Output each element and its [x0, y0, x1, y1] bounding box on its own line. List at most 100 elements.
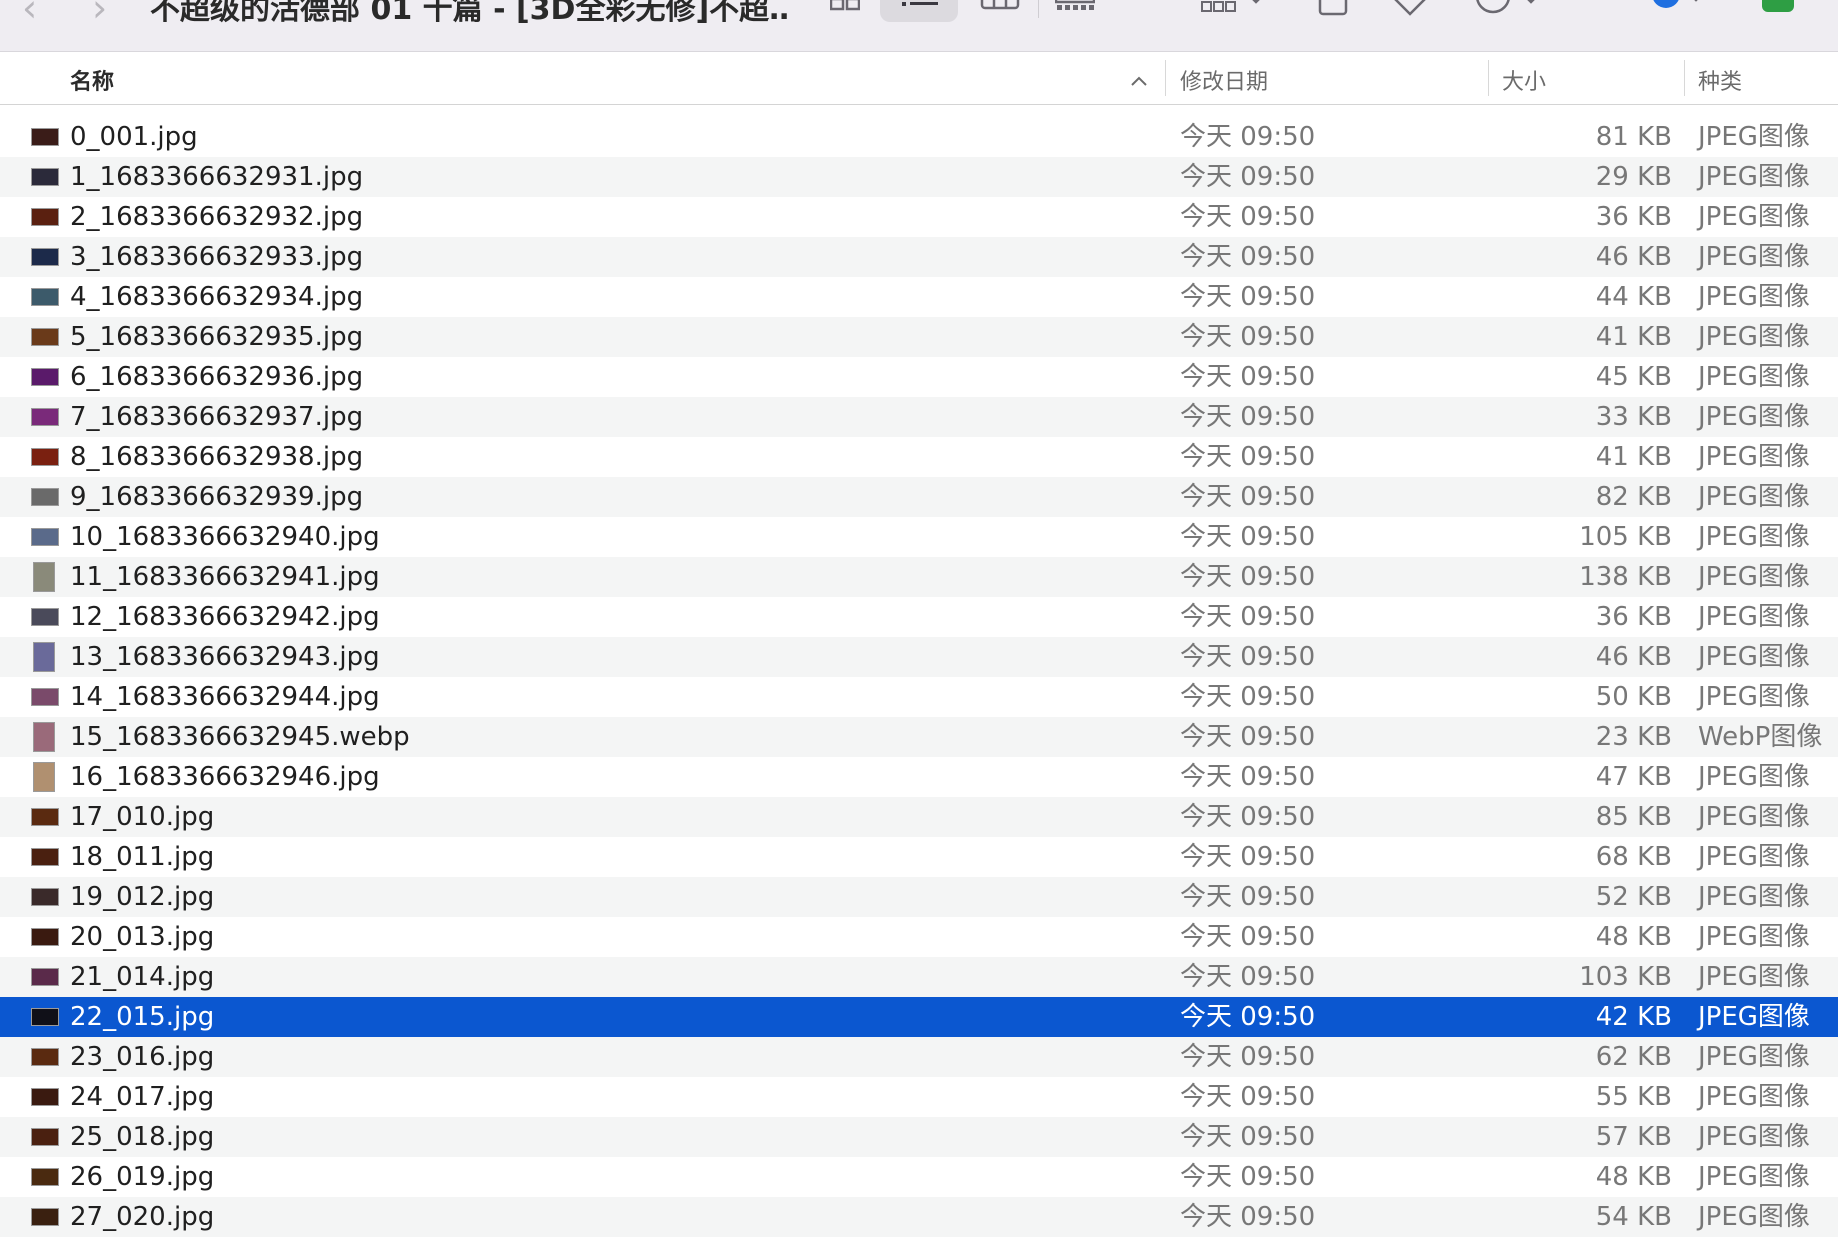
file-size: 57 KB [1595, 1122, 1672, 1152]
column-header-date[interactable]: 修改日期 [1180, 64, 1268, 96]
file-kind: JPEG图像 [1698, 562, 1810, 592]
file-modified-date: 今天 09:50 [1180, 482, 1316, 512]
column-divider[interactable] [1684, 60, 1685, 96]
file-size: 55 KB [1595, 1082, 1672, 1112]
file-name: 4_1683366632934.jpg [70, 282, 364, 312]
file-row[interactable]: 19_012.jpg 今天 09:50 52 KB JPEG图像 [0, 877, 1838, 917]
file-row[interactable]: 3_1683366632933.jpg 今天 09:50 46 KB JPEG图像 [0, 237, 1838, 277]
file-row[interactable]: 12_1683366632942.jpg 今天 09:50 36 KB JPEG图像 [0, 597, 1838, 637]
file-modified-date: 今天 09:50 [1180, 802, 1316, 832]
file-kind: JPEG图像 [1698, 1042, 1810, 1072]
file-size: 54 KB [1595, 1202, 1672, 1232]
file-modified-date: 今天 09:50 [1180, 962, 1316, 992]
file-name: 7_1683366632937.jpg [70, 402, 364, 432]
file-row[interactable]: 18_011.jpg 今天 09:50 68 KB JPEG图像 [0, 837, 1838, 877]
file-size: 41 KB [1595, 442, 1672, 472]
file-name: 18_011.jpg [70, 842, 215, 872]
file-size: 44 KB [1595, 282, 1672, 312]
column-header-name[interactable]: 名称 [70, 64, 114, 96]
file-thumbnail-icon [33, 642, 55, 672]
file-modified-date: 今天 09:50 [1180, 1002, 1316, 1032]
file-row[interactable]: 8_1683366632938.jpg 今天 09:50 41 KB JPEG图像 [0, 437, 1838, 477]
group-by-icon[interactable] [1200, 0, 1270, 20]
back-button[interactable]: ‹ [22, 0, 37, 30]
column-header-size[interactable]: 大小 [1502, 64, 1546, 96]
file-kind: JPEG图像 [1698, 322, 1810, 352]
file-row[interactable]: 14_1683366632944.jpg 今天 09:50 50 KB JPEG图像 [0, 677, 1838, 717]
file-kind: JPEG图像 [1698, 682, 1810, 712]
file-size: 46 KB [1595, 642, 1672, 672]
share-icon[interactable] [1318, 0, 1348, 20]
file-thumbnail-icon [31, 1168, 59, 1186]
file-row[interactable]: 13_1683366632943.jpg 今天 09:50 46 KB JPEG图像 [0, 637, 1838, 677]
column-header: 名称 修改日期 大小 种类 [0, 52, 1838, 105]
file-kind: JPEG图像 [1698, 122, 1810, 152]
file-size: 23 KB [1595, 722, 1672, 752]
file-modified-date: 今天 09:50 [1180, 602, 1316, 632]
file-size: 103 KB [1579, 962, 1672, 992]
file-thumbnail-icon [31, 968, 59, 986]
file-name: 26_019.jpg [70, 1162, 215, 1192]
app-icon[interactable] [1760, 0, 1800, 20]
file-row[interactable]: 24_017.jpg 今天 09:50 55 KB JPEG图像 [0, 1077, 1838, 1117]
file-modified-date: 今天 09:50 [1180, 1122, 1316, 1152]
file-name: 24_017.jpg [70, 1082, 215, 1112]
sort-ascending-icon[interactable] [1130, 68, 1148, 93]
file-size: 36 KB [1595, 202, 1672, 232]
file-modified-date: 今天 09:50 [1180, 362, 1316, 392]
more-actions-icon[interactable] [1475, 0, 1545, 22]
file-name: 9_1683366632939.jpg [70, 482, 364, 512]
file-modified-date: 今天 09:50 [1180, 162, 1316, 192]
file-thumbnail-icon [31, 448, 59, 466]
file-modified-date: 今天 09:50 [1180, 642, 1316, 672]
file-row[interactable]: 26_019.jpg 今天 09:50 48 KB JPEG图像 [0, 1157, 1838, 1197]
file-row[interactable]: 23_016.jpg 今天 09:50 62 KB JPEG图像 [0, 1037, 1838, 1077]
file-row[interactable]: 1_1683366632931.jpg 今天 09:50 29 KB JPEG图像 [0, 157, 1838, 197]
file-thumbnail-icon [31, 808, 59, 826]
file-row[interactable]: 20_013.jpg 今天 09:50 48 KB JPEG图像 [0, 917, 1838, 957]
account-icon[interactable] [1650, 0, 1710, 20]
file-kind: JPEG图像 [1698, 402, 1810, 432]
column-header-kind[interactable]: 种类 [1698, 64, 1742, 96]
file-row[interactable]: 27_020.jpg 今天 09:50 54 KB JPEG图像 [0, 1197, 1838, 1237]
list-view-icon[interactable] [900, 0, 940, 16]
file-row[interactable]: 6_1683366632936.jpg 今天 09:50 45 KB JPEG图像 [0, 357, 1838, 397]
file-row[interactable]: 2_1683366632932.jpg 今天 09:50 36 KB JPEG图像 [0, 197, 1838, 237]
file-size: 81 KB [1595, 122, 1672, 152]
file-name: 0_001.jpg [70, 122, 198, 152]
file-thumbnail-icon [31, 528, 59, 546]
column-divider[interactable] [1488, 60, 1489, 96]
file-row[interactable]: 10_1683366632940.jpg 今天 09:50 105 KB JPEG图像 [0, 517, 1838, 557]
file-kind: JPEG图像 [1698, 602, 1810, 632]
file-row[interactable]: 7_1683366632937.jpg 今天 09:50 33 KB JPEG图像 [0, 397, 1838, 437]
file-kind: JPEG图像 [1698, 762, 1810, 792]
file-thumbnail-icon [31, 928, 59, 946]
file-row[interactable]: 4_1683366632934.jpg 今天 09:50 44 KB JPEG图像 [0, 277, 1838, 317]
file-thumbnail-icon [31, 408, 59, 426]
tag-icon[interactable] [1390, 0, 1430, 20]
gallery-view-icon[interactable] [1054, 0, 1096, 16]
file-modified-date: 今天 09:50 [1180, 282, 1316, 312]
file-row[interactable]: 5_1683366632935.jpg 今天 09:50 41 KB JPEG图像 [0, 317, 1838, 357]
file-row[interactable]: 17_010.jpg 今天 09:50 85 KB JPEG图像 [0, 797, 1838, 837]
file-modified-date: 今天 09:50 [1180, 202, 1316, 232]
file-row[interactable]: 16_1683366632946.jpg 今天 09:50 47 KB JPEG图像 [0, 757, 1838, 797]
file-kind: JPEG图像 [1698, 362, 1810, 392]
file-name: 5_1683366632935.jpg [70, 322, 364, 352]
grid-view-icon[interactable] [829, 0, 861, 16]
file-kind: JPEG图像 [1698, 522, 1810, 552]
file-kind: JPEG图像 [1698, 882, 1810, 912]
column-view-icon[interactable] [980, 0, 1020, 16]
file-thumbnail-icon [33, 562, 55, 592]
file-modified-date: 今天 09:50 [1180, 442, 1316, 472]
file-modified-date: 今天 09:50 [1180, 922, 1316, 952]
file-row[interactable]: 15_1683366632945.webp 今天 09:50 23 KB WebP图像 [0, 717, 1838, 757]
file-row[interactable]: 9_1683366632939.jpg 今天 09:50 82 KB JPEG图像 [0, 477, 1838, 517]
file-row[interactable]: 21_014.jpg 今天 09:50 103 KB JPEG图像 [0, 957, 1838, 997]
forward-button[interactable]: › [92, 0, 107, 30]
file-row[interactable]: 22_015.jpg 今天 09:50 42 KB JPEG图像 [0, 997, 1838, 1037]
column-divider[interactable] [1165, 60, 1166, 96]
file-row[interactable]: 11_1683366632941.jpg 今天 09:50 138 KB JPEG图像 [0, 557, 1838, 597]
file-row[interactable]: 0_001.jpg 今天 09:50 81 KB JPEG图像 [0, 117, 1838, 157]
file-row[interactable]: 25_018.jpg 今天 09:50 57 KB JPEG图像 [0, 1117, 1838, 1157]
